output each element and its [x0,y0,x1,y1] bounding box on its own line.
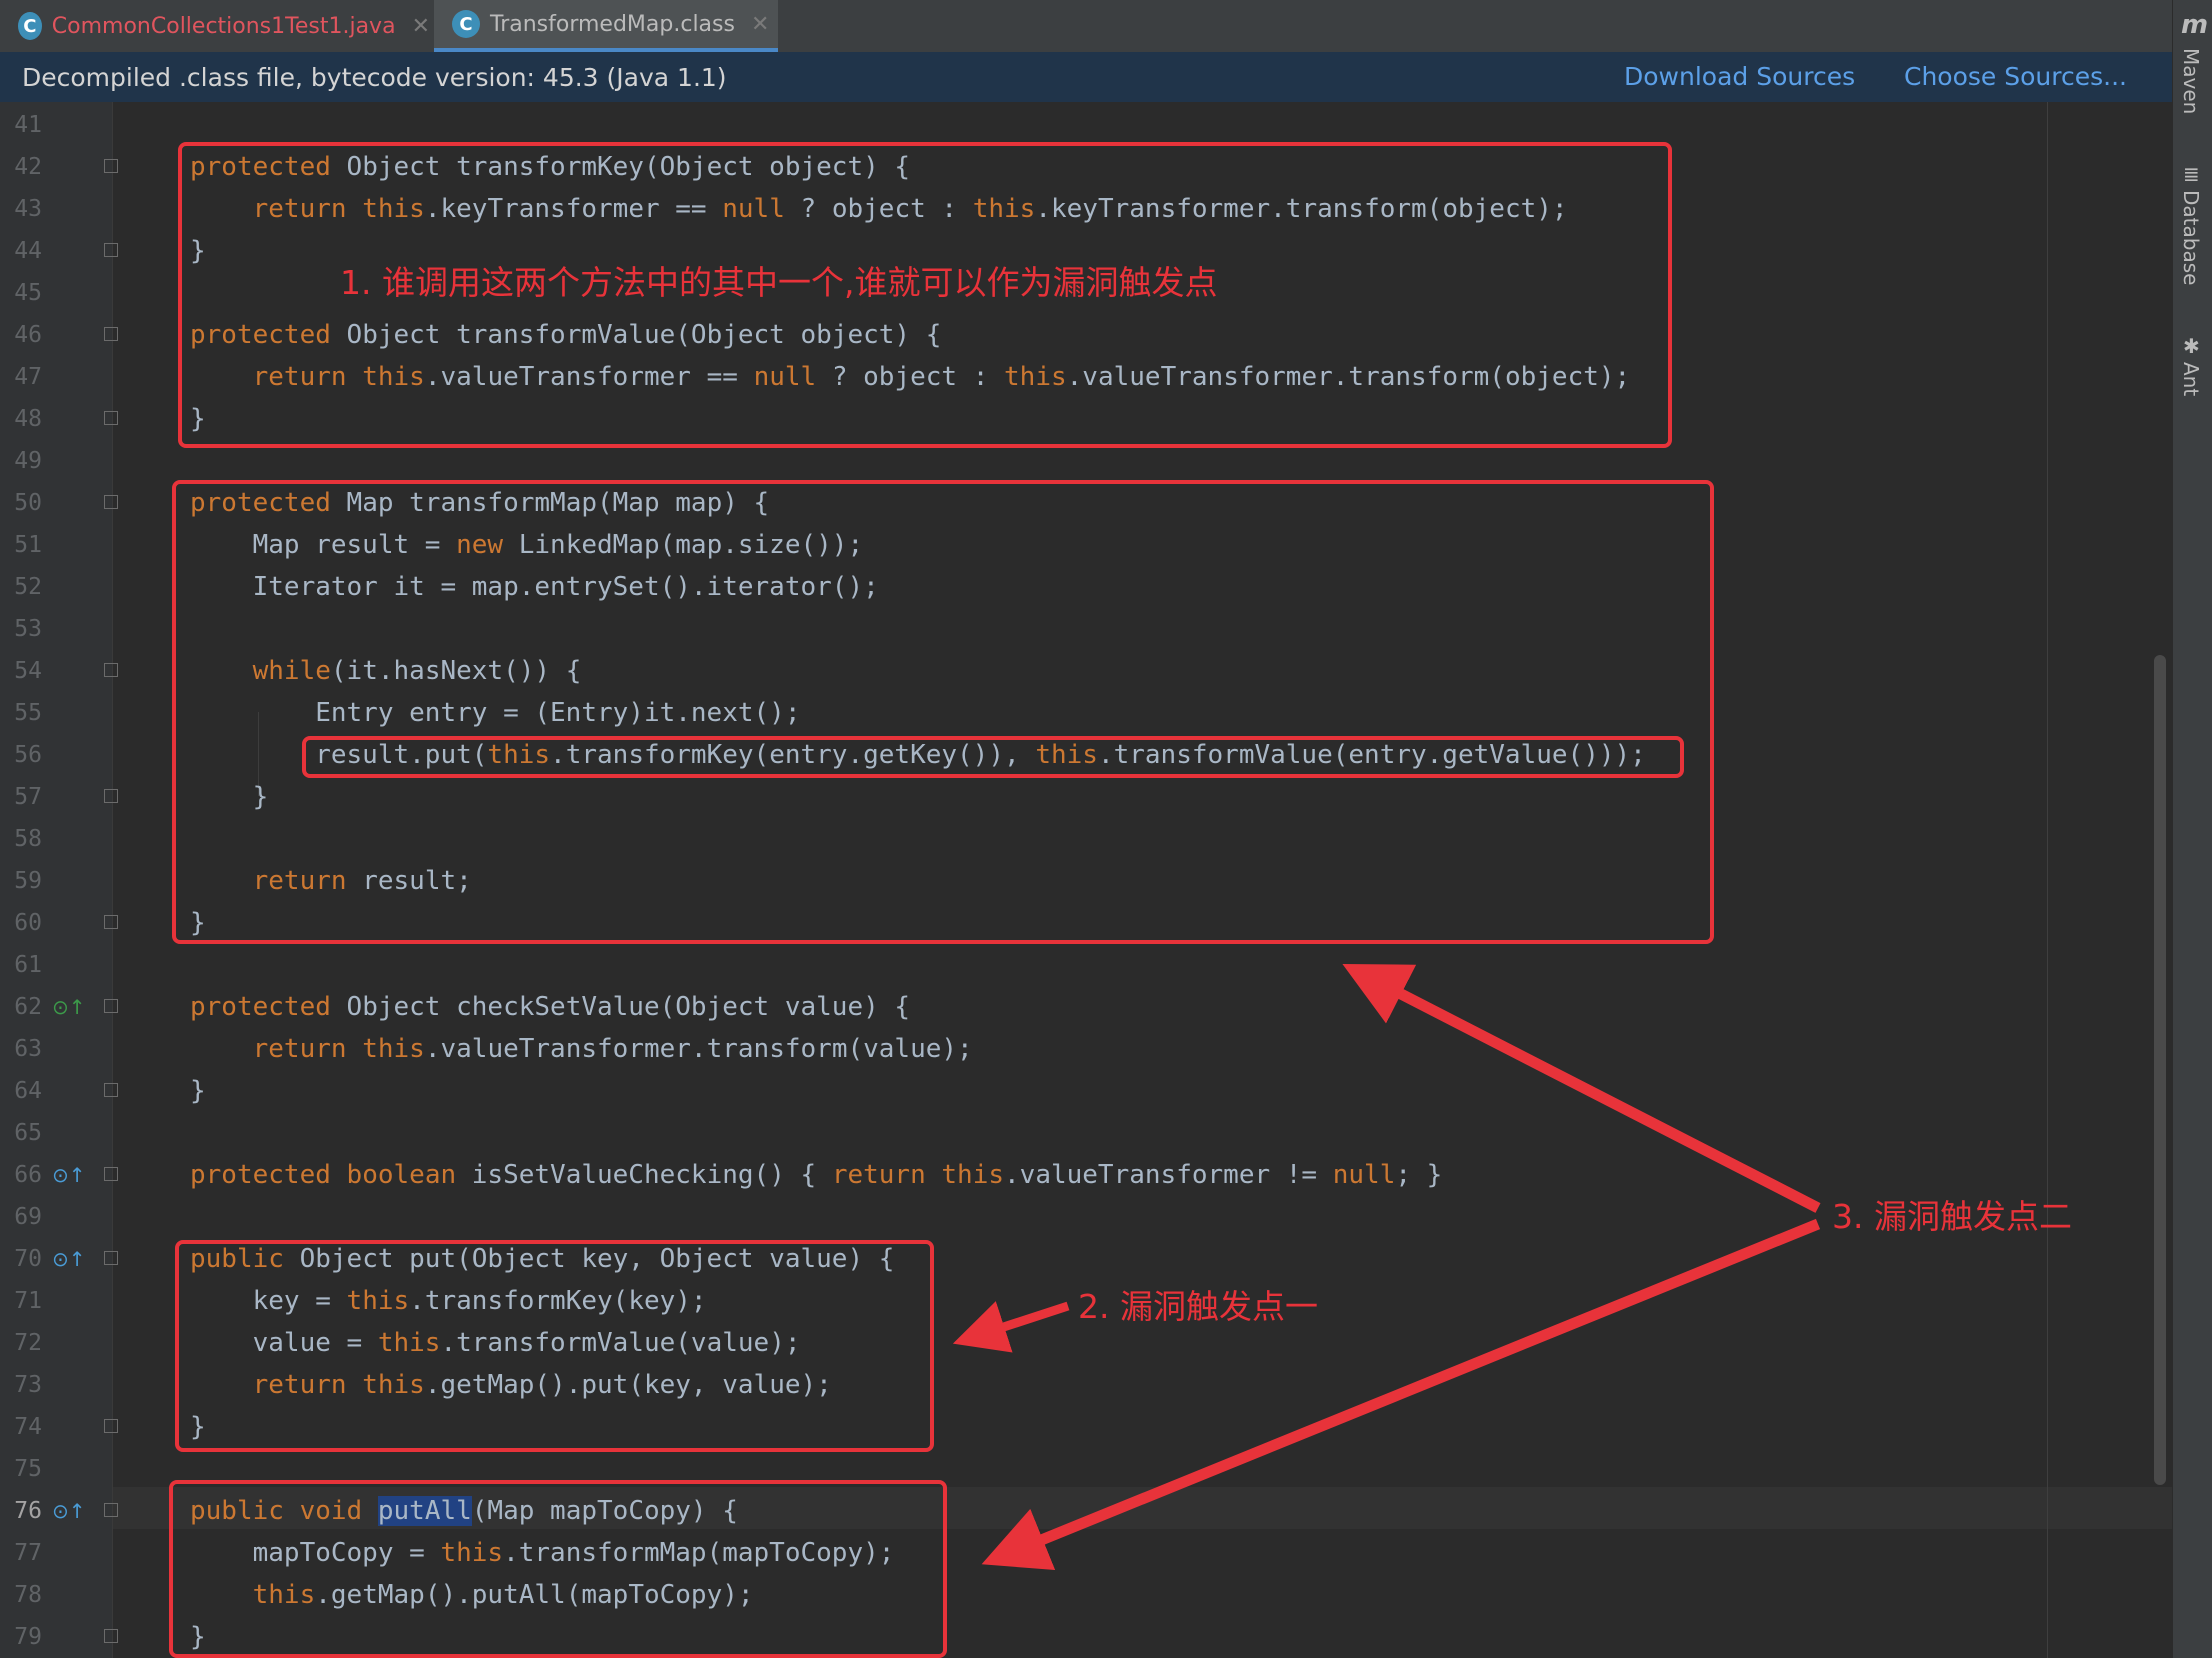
arrow-to-put [952,1301,1070,1353]
arrow-to-transformmap [1342,963,1821,1213]
arrow-to-putall [981,1218,1821,1570]
annotation-arrows [952,963,1821,1570]
